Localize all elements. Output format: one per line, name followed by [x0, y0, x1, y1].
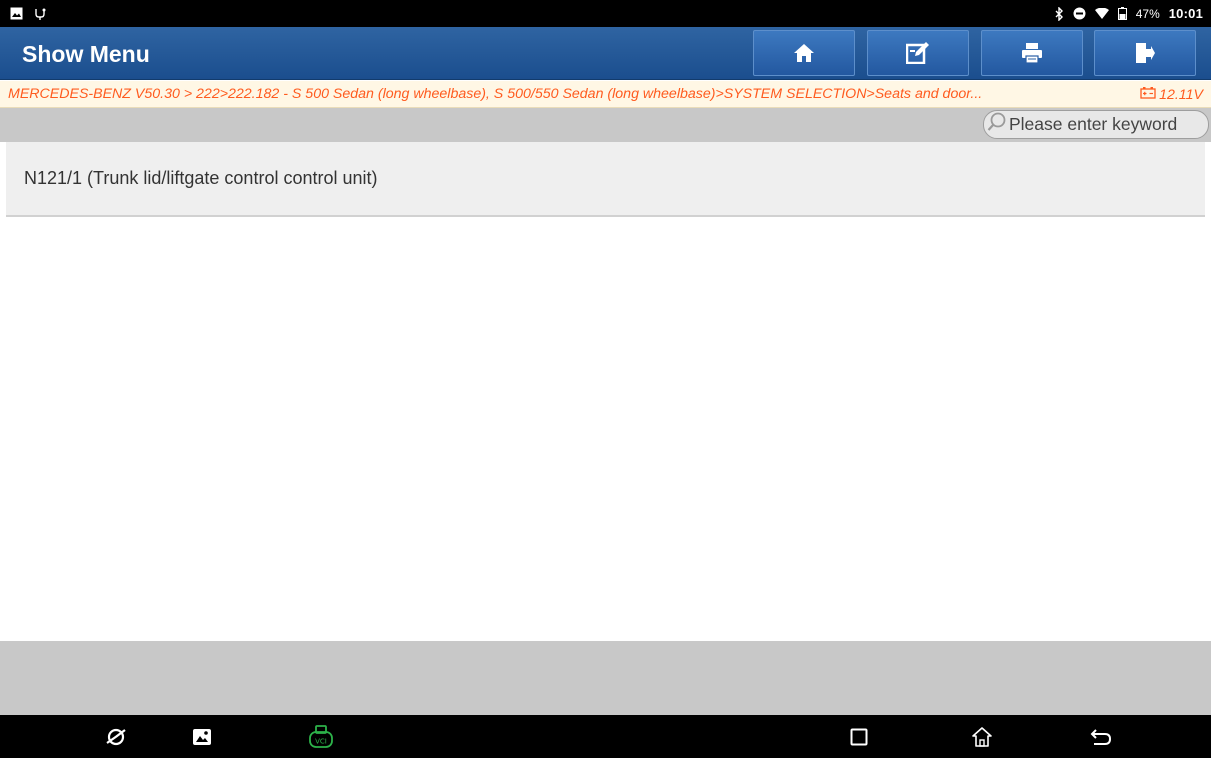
breadcrumb: MERCEDES-BENZ V50.30 > 222>222.182 - S 5… [0, 81, 1211, 108]
breadcrumb-path: MERCEDES-BENZ V50.30 > 222>222.182 - S 5… [8, 86, 983, 102]
vci-icon: VCI [308, 725, 334, 749]
do-not-disturb-icon [1073, 7, 1086, 20]
app-screen: 47% 10:01 Show Menu MERCEDES-BENZ V50.30… [0, 0, 1211, 758]
voltage-value: 12.11V [1159, 86, 1203, 103]
svg-text:VCI: VCI [315, 738, 327, 746]
print-icon [1021, 42, 1043, 64]
search-bar [0, 108, 1211, 142]
battery-percent: 47% [1135, 6, 1160, 21]
gallery-button[interactable] [187, 723, 217, 751]
title-bar: Show Menu [0, 27, 1211, 80]
back-icon [1090, 728, 1112, 746]
back-button[interactable] [1086, 723, 1116, 751]
home-nav-button[interactable] [967, 723, 997, 751]
exit-icon [1135, 42, 1155, 64]
navigation-bar: VCI [0, 715, 1211, 758]
usb-debug-icon [33, 7, 47, 21]
home-button[interactable] [753, 30, 855, 76]
edit-report-button[interactable] [867, 30, 969, 76]
search-input[interactable] [1009, 114, 1205, 135]
menu-list: N121/1 (Trunk lid/liftgate control contr… [6, 142, 1205, 217]
battery-icon [1117, 7, 1127, 20]
bottom-toolbar [0, 641, 1211, 715]
gallery-icon [192, 728, 212, 746]
recents-button[interactable] [844, 723, 874, 751]
exit-button[interactable] [1094, 30, 1196, 76]
page-title: Show Menu [22, 41, 150, 67]
search-icon [987, 112, 1007, 137]
car-battery-icon [1140, 86, 1156, 103]
list-item-label: N121/1 (Trunk lid/liftgate control contr… [24, 168, 378, 188]
home-icon [793, 43, 815, 63]
bluetooth-icon [1054, 6, 1064, 21]
battery-voltage: 12.11V [1140, 86, 1203, 103]
list-item[interactable]: N121/1 (Trunk lid/liftgate control contr… [6, 142, 1205, 217]
edit-report-icon [906, 42, 930, 64]
browser-icon [105, 726, 127, 748]
search-box[interactable] [983, 110, 1209, 139]
recents-icon [850, 728, 868, 746]
home-icon [971, 726, 993, 748]
browser-button[interactable] [101, 723, 131, 751]
status-bar: 47% 10:01 [0, 0, 1211, 27]
print-button[interactable] [981, 30, 1083, 76]
gallery-icon [10, 7, 23, 20]
vci-button[interactable]: VCI [306, 723, 336, 751]
clock: 10:01 [1168, 6, 1203, 21]
wifi-icon [1094, 7, 1109, 20]
